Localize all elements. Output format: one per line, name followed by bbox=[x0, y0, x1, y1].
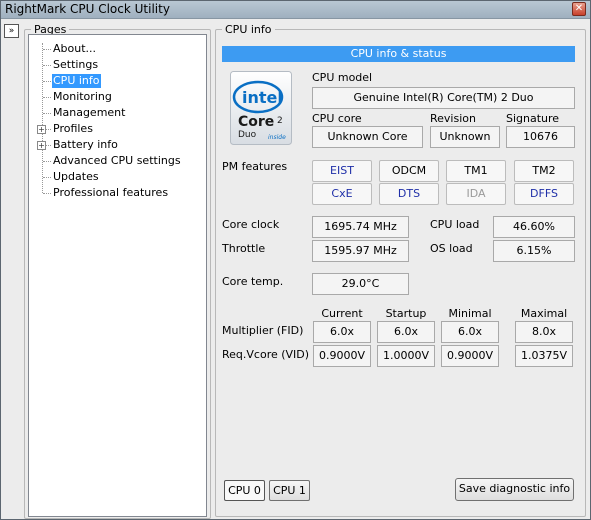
tree-item-settings[interactable]: Settings bbox=[52, 58, 99, 72]
cpu-info-status-header: CPU info & status bbox=[222, 46, 575, 62]
feature-tm1: TM1 bbox=[446, 160, 506, 182]
collapse-pages-button[interactable]: » bbox=[4, 24, 19, 38]
cpu-core-value: Unknown Core bbox=[312, 126, 423, 148]
title-bar[interactable]: RightMark CPU Clock Utility ✕ bbox=[1, 1, 590, 19]
cpu-load-value: 46.60% bbox=[493, 216, 575, 238]
cpu-tab-0[interactable]: CPU 0 bbox=[224, 480, 265, 501]
cpu-tab-1[interactable]: CPU 1 bbox=[269, 480, 310, 501]
core-temp-value: 29.0°C bbox=[312, 273, 409, 295]
os-load-value: 6.15% bbox=[493, 240, 575, 262]
cpu-info-legend: CPU info bbox=[222, 23, 275, 36]
save-diagnostic-info-button[interactable]: Save diagnostic info bbox=[455, 478, 574, 501]
column-header-maximal: Maximal bbox=[520, 307, 568, 320]
cpu-model-value: Genuine Intel(R) Core(TM) 2 Duo bbox=[312, 87, 575, 109]
feature-odcm: ODCM bbox=[379, 160, 439, 182]
svg-text:Core: Core bbox=[238, 114, 274, 130]
svg-text:Duo: Duo bbox=[238, 130, 257, 140]
tree-item-profiles[interactable]: Profiles bbox=[52, 122, 94, 136]
throttle-value: 1595.97 MHz bbox=[312, 240, 409, 262]
tree-expand-icon[interactable]: + bbox=[37, 141, 46, 150]
column-header-startup: Startup bbox=[385, 307, 427, 320]
feature-tm2: TM2 bbox=[514, 160, 574, 182]
tree-item-cpu-info[interactable]: CPU info bbox=[52, 74, 101, 88]
tree-item-updates[interactable]: Updates bbox=[52, 170, 100, 184]
table-cell: 1.0000V bbox=[377, 345, 435, 367]
tree-item-battery-info[interactable]: Battery info bbox=[52, 138, 119, 152]
signature-value: 10676 bbox=[506, 126, 575, 148]
svg-text:2: 2 bbox=[277, 116, 283, 126]
table-cell: 0.9000V bbox=[313, 345, 371, 367]
pages-tree[interactable]: About... Settings CPU info Monitoring Manage… bbox=[28, 34, 207, 517]
tree-item-management[interactable]: Management bbox=[52, 106, 126, 120]
app-window: RightMark CPU Clock Utility ✕ » Pages Ab… bbox=[0, 0, 591, 520]
column-header-current: Current bbox=[321, 307, 363, 320]
svg-text:intel: intel bbox=[242, 88, 283, 107]
table-cell: 0.9000V bbox=[441, 345, 499, 367]
table-cell: 8.0x bbox=[515, 321, 573, 343]
tree-item-advanced-cpu-settings[interactable]: Advanced CPU settings bbox=[52, 154, 182, 168]
table-cell: 1.0375V bbox=[515, 345, 573, 367]
table-cell: 6.0x bbox=[313, 321, 371, 343]
core-clock-value: 1695.74 MHz bbox=[312, 216, 409, 238]
signature-label: Signature bbox=[506, 112, 560, 125]
window-title: RightMark CPU Clock Utility bbox=[5, 2, 170, 16]
cpu-core-label: CPU core bbox=[312, 112, 362, 125]
table-cell: 6.0x bbox=[377, 321, 435, 343]
feature-dts: DTS bbox=[379, 183, 439, 205]
core-temp-label: Core temp. bbox=[222, 275, 284, 288]
tree-item-monitoring[interactable]: Monitoring bbox=[52, 90, 113, 104]
table-cell: 6.0x bbox=[441, 321, 499, 343]
feature-eist: EIST bbox=[312, 160, 372, 182]
table-row-label: Multiplier (FID) bbox=[222, 324, 304, 337]
close-icon[interactable]: ✕ bbox=[572, 2, 586, 16]
feature-ida: IDA bbox=[446, 183, 506, 205]
feature-cxe: CxE bbox=[312, 183, 372, 205]
intel-core2-duo-logo: intel Core 2 Duo inside bbox=[230, 71, 292, 145]
feature-dffs: DFFS bbox=[514, 183, 574, 205]
revision-value: Unknown bbox=[430, 126, 500, 148]
table-row-label: Req.Vcore (VID) bbox=[222, 348, 310, 361]
cpu-load-label: CPU load bbox=[430, 218, 480, 231]
tree-expand-icon[interactable]: + bbox=[37, 125, 46, 134]
os-load-label: OS load bbox=[430, 242, 473, 255]
cpu-model-label: CPU model bbox=[312, 71, 373, 84]
tree-item-professional-features[interactable]: Professional features bbox=[52, 186, 169, 200]
column-header-minimal: Minimal bbox=[448, 307, 492, 320]
pm-features-label: PM features bbox=[222, 160, 288, 173]
tree-item-about[interactable]: About... bbox=[52, 42, 97, 56]
core-clock-label: Core clock bbox=[222, 218, 280, 231]
revision-label: Revision bbox=[430, 112, 476, 125]
throttle-label: Throttle bbox=[222, 242, 266, 255]
svg-text:inside: inside bbox=[268, 134, 286, 141]
